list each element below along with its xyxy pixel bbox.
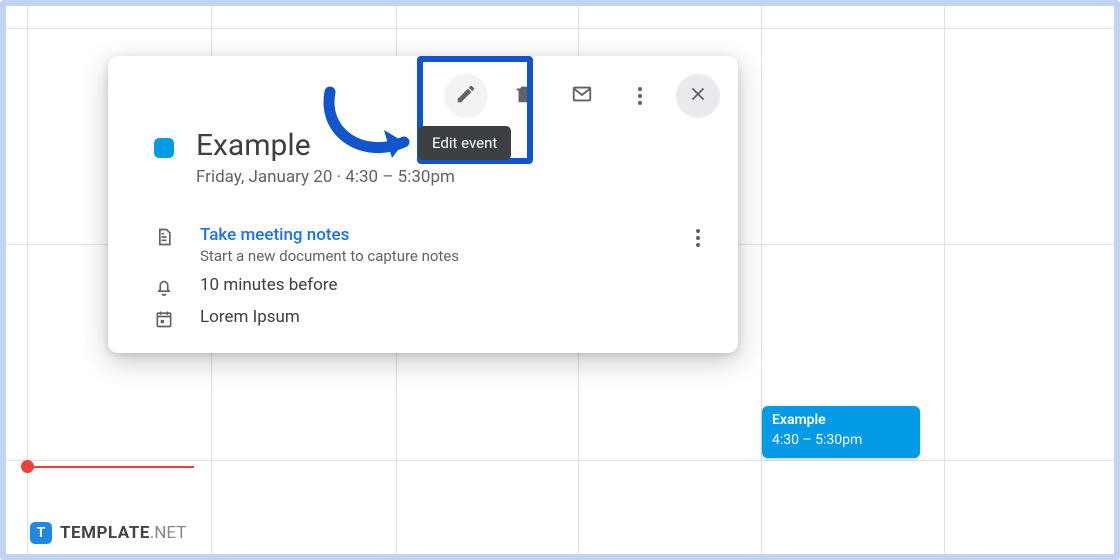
options-button[interactable] bbox=[618, 74, 662, 118]
grid-line bbox=[6, 460, 1114, 461]
close-icon bbox=[687, 83, 709, 109]
more-vertical-icon bbox=[696, 229, 700, 247]
event-color-chip bbox=[154, 138, 174, 158]
popover-toolbar bbox=[120, 70, 726, 118]
event-title: Example bbox=[196, 128, 455, 163]
meeting-notes-subtitle: Start a new document to capture notes bbox=[200, 247, 658, 265]
calendar-icon bbox=[154, 309, 174, 329]
reminder-text: 10 minutes before bbox=[200, 275, 726, 295]
brand-tld: .NET bbox=[150, 523, 187, 543]
trash-icon bbox=[513, 83, 535, 109]
event-datetime: Friday, January 20 · 4:30 – 5:30pm bbox=[196, 167, 455, 187]
envelope-icon bbox=[571, 83, 593, 109]
calendar-event-block[interactable]: Example 4:30 – 5:30pm bbox=[762, 406, 920, 458]
current-time-line bbox=[27, 466, 194, 468]
grid-line bbox=[761, 6, 762, 554]
notes-options-button[interactable] bbox=[684, 225, 712, 247]
document-icon bbox=[154, 227, 174, 247]
event-popover: Example Friday, January 20 · 4:30 – 5:30… bbox=[108, 56, 738, 353]
grid-line bbox=[944, 6, 945, 554]
edit-tooltip: Edit event bbox=[418, 126, 511, 160]
calendar-name: Lorem Ipsum bbox=[200, 307, 726, 327]
footer-watermark: T TEMPLATE.NET bbox=[30, 522, 186, 544]
calendar-event-time: 4:30 – 5:30pm bbox=[772, 431, 910, 451]
edit-button[interactable] bbox=[444, 74, 488, 118]
delete-button[interactable] bbox=[502, 74, 546, 118]
logo-badge: T bbox=[30, 522, 52, 544]
calendar-row: Lorem Ipsum bbox=[120, 297, 726, 329]
meeting-notes-link[interactable]: Take meeting notes bbox=[200, 225, 658, 245]
email-button[interactable] bbox=[560, 74, 604, 118]
bell-icon bbox=[154, 277, 174, 297]
current-time-dot bbox=[21, 460, 34, 473]
pencil-icon bbox=[455, 83, 477, 109]
more-vertical-icon bbox=[638, 87, 642, 105]
calendar-event-title: Example bbox=[772, 411, 910, 431]
close-button[interactable] bbox=[676, 74, 720, 118]
meeting-notes-row: Take meeting notes Start a new document … bbox=[120, 215, 726, 265]
brand-name: TEMPLATE bbox=[60, 523, 150, 543]
grid-line bbox=[6, 28, 1114, 29]
reminder-row: 10 minutes before bbox=[120, 265, 726, 297]
